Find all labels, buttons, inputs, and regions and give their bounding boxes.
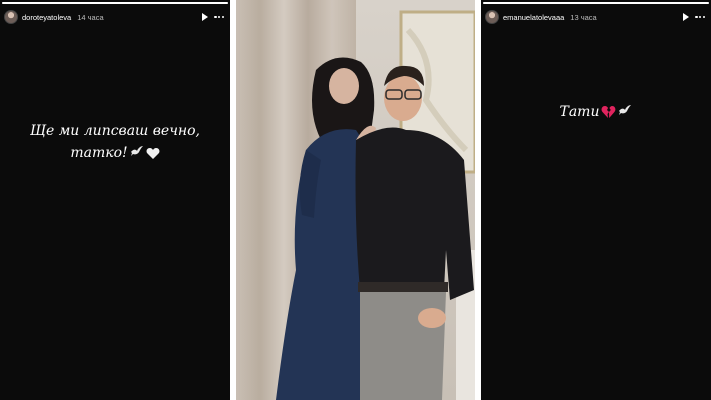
story-header: emanuelatolevaaa 13 часа <box>485 8 707 26</box>
time-ago: 14 часа <box>77 12 104 22</box>
play-icon[interactable] <box>202 13 209 21</box>
caption-text: Тати <box>559 104 600 120</box>
avatar[interactable] <box>4 10 18 24</box>
story-progress-fill <box>2 2 228 4</box>
more-options-icon[interactable] <box>695 15 705 19</box>
story-photo <box>236 0 475 400</box>
caption-line-2: татко! <box>0 142 230 164</box>
more-options-icon[interactable] <box>214 15 224 19</box>
broken-heart-icon <box>601 101 616 123</box>
caption-line: Тати <box>481 101 711 123</box>
time-ago: 13 часа <box>570 12 597 22</box>
white-heart-icon <box>146 142 160 164</box>
avatar[interactable] <box>485 10 499 24</box>
dove-icon <box>618 101 632 123</box>
story-progress-bar <box>483 2 709 4</box>
caption-line-1: Ще ми липсваш вечно, <box>29 123 201 139</box>
username[interactable]: doroteyatoleva <box>22 13 71 22</box>
story-panel-left[interactable]: doroteyatoleva 14 часа Ще ми липсваш веч… <box>0 0 230 400</box>
story-progress-fill <box>483 2 709 4</box>
play-icon[interactable] <box>683 13 690 21</box>
caption-line-2-text: татко! <box>70 145 128 161</box>
username[interactable]: emanuelatolevaaa <box>503 13 564 22</box>
story-header: doroteyatoleva 14 часа <box>4 8 226 26</box>
story-caption: Ще ми липсваш вечно, татко! <box>0 120 230 164</box>
dove-icon <box>130 142 144 164</box>
story-panel-right[interactable]: emanuelatolevaaa 13 часа Тати <box>481 0 711 400</box>
couple-photo-illustration <box>236 0 475 400</box>
story-progress-bar <box>2 2 228 4</box>
story-caption: Тати <box>481 101 711 123</box>
